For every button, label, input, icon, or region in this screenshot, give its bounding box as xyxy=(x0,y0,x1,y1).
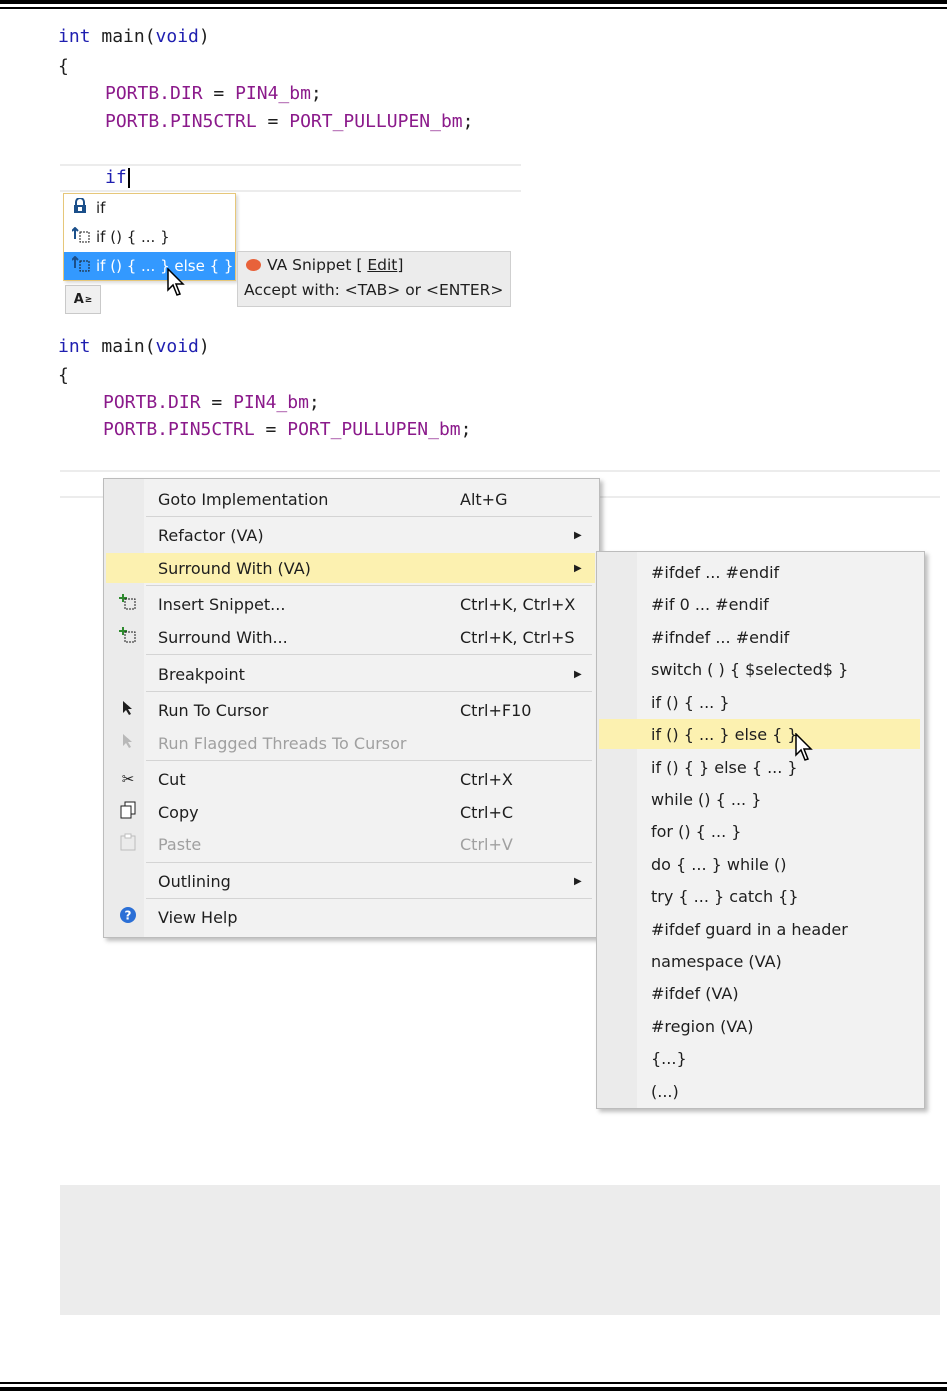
menu-item-surround-with[interactable]: Surround With... Ctrl+K, Ctrl+S xyxy=(106,622,595,652)
submenu-arrow-icon: ▶ xyxy=(574,562,582,574)
menu-item-refactor-va[interactable]: Refactor (VA) ▶ xyxy=(106,520,595,550)
submenu-item[interactable]: for () { ... } xyxy=(599,816,920,846)
menu-item-surround-with-va[interactable]: Surround With (VA) ▶ xyxy=(106,553,595,583)
autocomplete-item-if[interactable]: if xyxy=(64,194,235,222)
current-line-bottom-border xyxy=(60,190,521,192)
surround-with-submenu[interactable]: #ifdef ... #endif #if 0 ... #endif #ifnd… xyxy=(596,551,925,1109)
menu-item-copy[interactable]: Copy Ctrl+C xyxy=(106,797,595,827)
submenu-arrow-icon: ▶ xyxy=(574,529,582,541)
va-snippet-icon xyxy=(71,255,96,276)
va-snippet-icon xyxy=(71,226,96,247)
menu-item-goto-implementation[interactable]: Goto Implementation Alt+G xyxy=(106,484,595,514)
top-rule-thin xyxy=(0,7,947,9)
menu-item-outlining[interactable]: Outlining ▶ xyxy=(106,866,595,896)
submenu-item[interactable]: #ifdef (VA) xyxy=(599,978,920,1008)
autocomplete-filter-button[interactable]: A ≥ xyxy=(65,285,101,314)
menu-item-breakpoint[interactable]: Breakpoint ▶ xyxy=(106,659,595,689)
code-line-2: { xyxy=(58,56,69,77)
edit-link[interactable]: Edit xyxy=(367,256,397,274)
menu-item-cut[interactable]: ✂ Cut Ctrl+X xyxy=(106,764,595,794)
submenu-item[interactable]: do { ... } while () xyxy=(599,849,920,879)
menu-separator xyxy=(146,691,592,692)
menu-separator xyxy=(146,516,592,517)
help-icon: ? xyxy=(118,906,138,928)
cursor-arrow-icon xyxy=(118,700,138,720)
text-caret xyxy=(128,168,130,188)
menu-item-insert-snippet[interactable]: Insert Snippet... Ctrl+K, Ctrl+X xyxy=(106,589,595,619)
menu-separator xyxy=(146,654,592,655)
autocomplete-item-label: if () { ... } xyxy=(96,228,170,246)
snippet-lock-icon xyxy=(72,197,96,218)
mouse-pointer-icon xyxy=(795,733,813,761)
autocomplete-list[interactable]: if if () { ... } if () { ... } else { } xyxy=(63,193,236,281)
autocomplete-item-label: if () { ... } else { } xyxy=(96,257,234,275)
filter-arrow-icon: ≥ xyxy=(84,294,93,305)
submenu-item[interactable]: if () { ... } xyxy=(599,687,920,717)
submenu-item[interactable]: #region (VA) xyxy=(599,1011,920,1041)
submenu-item[interactable]: #ifndef ... #endif xyxy=(599,622,920,652)
code-line-4: PORTB.PIN5CTRL = PORT_PULLUPEN_bm; xyxy=(103,419,472,440)
code-line-3: PORTB.DIR = PIN4_bm; xyxy=(105,83,322,104)
tooltip-hint: Accept with: <TAB> or <ENTER> xyxy=(244,281,504,299)
submenu-item[interactable]: #ifdef ... #endif xyxy=(599,557,920,587)
cursor-arrow-icon xyxy=(118,733,138,753)
clipboard-icon xyxy=(118,833,138,855)
scissors-icon: ✂ xyxy=(121,770,135,788)
submenu-item[interactable]: {...} xyxy=(599,1043,920,1073)
menu-separator xyxy=(146,862,592,863)
submenu-item[interactable]: if () { } else { ... } xyxy=(599,752,920,782)
submenu-item[interactable]: while () { ... } xyxy=(599,784,920,814)
menu-item-paste[interactable]: Paste Ctrl+V xyxy=(106,829,595,859)
surround-with-icon xyxy=(118,627,138,647)
menu-separator xyxy=(146,898,592,899)
code-line-3: PORTB.DIR = PIN4_bm; xyxy=(103,392,320,413)
submenu-item[interactable]: #if 0 ... #endif xyxy=(599,589,920,619)
tomato-icon xyxy=(246,259,261,271)
typed-keyword: if xyxy=(105,167,127,188)
menu-item-view-help[interactable]: ? View Help xyxy=(106,902,595,932)
bottom-rule-thick xyxy=(0,1387,947,1391)
submenu-item[interactable]: switch ( ) { $selected$ } xyxy=(599,654,920,684)
code-line-4: PORTB.PIN5CTRL = PORT_PULLUPEN_bm; xyxy=(105,111,474,132)
submenu-item[interactable]: try { ... } catch {} xyxy=(599,881,920,911)
autocomplete-item-label: if xyxy=(96,199,106,217)
mouse-pointer-icon xyxy=(167,268,185,296)
code-line-1: int main(void) xyxy=(58,26,210,47)
snippet-tooltip: VA Snippet [ Edit] Accept with: <TAB> or… xyxy=(237,251,511,307)
submenu-item-if-else[interactable]: if () { ... } else { } xyxy=(599,719,920,749)
menu-item-run-to-cursor[interactable]: Run To Cursor Ctrl+F10 xyxy=(106,695,595,725)
copy-icon xyxy=(118,801,138,823)
submenu-item[interactable]: (...) xyxy=(599,1076,920,1106)
submenu-arrow-icon: ▶ xyxy=(574,875,582,887)
context-menu[interactable]: Goto Implementation Alt+G Refactor (VA) … xyxy=(103,478,600,938)
submenu-arrow-icon: ▶ xyxy=(574,668,582,680)
menu-separator xyxy=(146,585,592,586)
insert-snippet-icon xyxy=(118,594,138,614)
menu-separator xyxy=(146,760,592,761)
current-line-top-border xyxy=(60,470,940,472)
current-line-top-border xyxy=(60,164,521,166)
top-rule-thick xyxy=(0,0,947,4)
autocomplete-item-if-else[interactable]: if () { ... } else { } xyxy=(64,252,235,280)
svg-text:?: ? xyxy=(125,909,132,923)
menu-item-run-flagged-threads[interactable]: Run Flagged Threads To Cursor xyxy=(106,728,595,758)
submenu-item[interactable]: namespace (VA) xyxy=(599,946,920,976)
autocomplete-item-if-block[interactable]: if () { ... } xyxy=(64,223,235,251)
bottom-rule-thin xyxy=(0,1382,947,1384)
code-line-2: { xyxy=(58,365,69,386)
code-line-1: int main(void) xyxy=(58,336,210,357)
empty-panel xyxy=(60,1185,940,1315)
submenu-item[interactable]: #ifdef guard in a header xyxy=(599,914,920,944)
